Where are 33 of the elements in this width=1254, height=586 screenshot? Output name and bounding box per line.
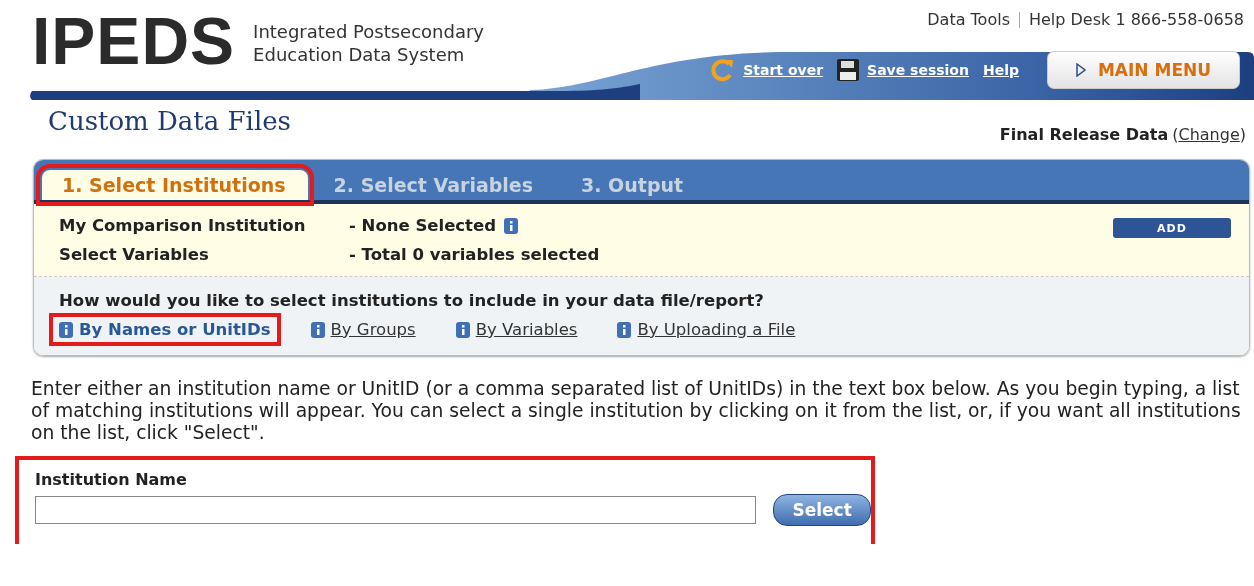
release-label: Final Release Data [999,125,1169,144]
add-button[interactable]: ADD [1113,218,1231,238]
toolbar-link[interactable]: Start over [743,62,824,78]
method-link[interactable]: By Names or UnitIDs [79,320,271,339]
method-link[interactable]: By Groups [330,320,416,339]
toolbar-link[interactable]: Help [982,62,1019,78]
info-icon [59,321,73,338]
play-icon [1075,63,1086,77]
logo-wordmark: IPEDS [32,8,236,74]
instructions-text: Enter either an institution name or UnitID (or a comma separated list of UnitIDs) in the text box below. As you begin typing, a list of matching institutions will appear. You can select a single institution by clicking on it from the list, or, if you want all institutions on the list, click "Select". [31,378,1242,444]
info-icon [310,321,325,338]
toolbar-link[interactable]: Save session [867,62,969,78]
summary-value: - None Selected [349,216,496,235]
logo-subtitle: Integrated Postsecondary [253,20,484,43]
method-question: How would you like to select institutions to include in your data file/report? [59,291,765,310]
field-label: Institution Name [35,470,187,489]
parenthesis: ( [1172,125,1179,144]
method-link[interactable]: By Variables [475,320,578,339]
method-link[interactable]: By Uploading a File [637,320,796,339]
info-icon [455,321,470,338]
summary-value: - Total 0 variables selected [349,245,600,264]
page-title: Custom Data Files [48,105,291,136]
top-link[interactable]: Help Desk 1 866-558-0658 [1028,10,1244,29]
info-icon [617,321,632,338]
refresh-icon [709,57,736,83]
institution-name-field[interactable] [35,496,757,524]
select-button[interactable]: Select [773,494,871,526]
parenthesis: ) [1239,125,1246,144]
summary-label: Select Variables [59,245,210,264]
summary-label: My Comparison Institution [59,216,307,235]
logo-subtitle: Education Data System [253,43,466,66]
change-link[interactable]: Change [1178,125,1240,144]
top-link[interactable]: Data Tools [927,10,1010,29]
